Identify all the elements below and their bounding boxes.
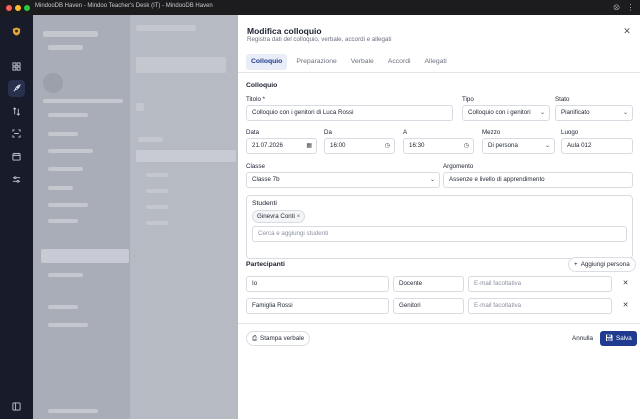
students-label: Studenti [252, 200, 277, 207]
cancel-button[interactable]: Annulla [572, 335, 593, 342]
topic-input[interactable]: Assenze e livello di apprendimento [443, 172, 633, 188]
student-chip: Ginevra Conti × [252, 210, 306, 223]
calendar-icon[interactable] [8, 148, 25, 165]
to-time-label: A [403, 129, 408, 136]
panel-title: Modifica colloquio [247, 26, 322, 36]
date-label: Data [246, 129, 260, 136]
window-title: MindooDB Haven - Mindoo Teacher's Desk (… [35, 3, 213, 9]
save-icon: 💾︎ [605, 335, 613, 342]
tab-colloquio[interactable]: Colloquio [246, 54, 288, 70]
add-person-button[interactable]: + Aggiungi persona [568, 257, 636, 272]
background-main [130, 15, 238, 419]
participant-email-input[interactable]: E-mail facoltativa [468, 276, 612, 292]
participant-name-input[interactable]: Famiglia Rossi [246, 298, 389, 314]
participant-role-input[interactable]: Genitori [393, 298, 464, 314]
from-time-label: Da [324, 129, 332, 136]
minimize-window-button[interactable] [15, 4, 21, 11]
participant-role-input[interactable]: Docente [393, 276, 464, 292]
sidebar-toggle-icon[interactable] [8, 398, 25, 415]
from-time-input[interactable]: 16:00 ◷ [324, 138, 395, 154]
plus-icon: + [574, 261, 578, 268]
status-select[interactable]: Pianificato ⌄ [555, 105, 633, 121]
participants-label: Partecipanti [246, 261, 285, 268]
tab-allegati[interactable]: Allegati [420, 54, 452, 70]
participant-name-input[interactable]: Io [246, 276, 389, 292]
calendar-icon: ▦ [306, 143, 312, 149]
rocket-icon[interactable] [8, 80, 25, 97]
chevron-down-icon: ⌄ [622, 110, 628, 116]
participant-email-input[interactable]: E-mail facoltativa [468, 298, 612, 314]
transfer-icon[interactable] [8, 103, 25, 120]
chevron-down-icon: ⌄ [429, 177, 435, 183]
save-button[interactable]: 💾︎ Salva [600, 331, 637, 346]
remove-participant-icon[interactable]: ✕ [622, 301, 629, 309]
remove-chip-icon[interactable]: × [297, 213, 301, 220]
to-time-input[interactable]: 16:30 ◷ [403, 138, 474, 154]
student-search-input[interactable]: Cerca e aggiungi studenti [252, 226, 627, 242]
maximize-window-button[interactable] [24, 4, 30, 11]
app-rail [0, 15, 33, 419]
dashboard-icon[interactable] [8, 58, 25, 75]
printer-icon: ⎙ [252, 335, 258, 342]
chevron-down-icon: ⌄ [544, 143, 550, 149]
footer-divider [238, 323, 640, 324]
mode-label: Mezzo [482, 129, 501, 136]
title-label: Titolo * [246, 96, 266, 103]
window-titlebar: MindooDB Haven - Mindoo Teacher's Desk (… [0, 0, 640, 15]
extensions-icon[interactable]: ⮾ [612, 3, 621, 12]
app-logo-icon [8, 23, 25, 40]
tab-verbale[interactable]: Verbale [346, 54, 379, 70]
edit-meeting-panel: Modifica colloquio Registra dati del col… [238, 15, 640, 419]
type-select[interactable]: Colloquio con i genitori ⌄ [462, 105, 550, 121]
type-label: Tipo [462, 96, 474, 103]
section-title: Colloquio [246, 82, 278, 89]
class-label: Classe [246, 163, 265, 170]
close-icon[interactable]: ✕ [622, 27, 632, 36]
remove-participant-icon[interactable]: ✕ [622, 279, 629, 287]
clock-icon: ◷ [384, 143, 390, 149]
scan-icon[interactable] [8, 125, 25, 142]
location-input[interactable]: Aula 012 [561, 138, 633, 154]
clock-icon: ◷ [463, 143, 469, 149]
topic-label: Argomento [443, 163, 474, 170]
tab-preparazione[interactable]: Preparazione [291, 54, 341, 70]
settings-sliders-icon[interactable] [8, 171, 25, 188]
title-input[interactable]: Colloquio con i genitori di Luca Rossi [246, 105, 453, 121]
chevron-down-icon: ⌄ [539, 110, 545, 116]
tab-bar: Colloquio Preparazione Verbale Accordi A… [246, 54, 456, 70]
background-sidebar [33, 15, 130, 419]
mode-select[interactable]: Di persona ⌄ [482, 138, 555, 154]
print-minutes-button[interactable]: ⎙ Stampa verbale [246, 331, 311, 346]
more-options-icon[interactable]: ⋮ [626, 3, 635, 12]
status-label: Stato [555, 96, 570, 103]
tab-accordi[interactable]: Accordi [383, 54, 416, 70]
tab-divider [238, 72, 640, 73]
location-label: Luogo [561, 129, 579, 136]
close-window-button[interactable] [6, 4, 12, 11]
class-select[interactable]: Classe 7b ⌄ [246, 172, 440, 188]
panel-subtitle: Registra dati del colloquio, verbale, ac… [247, 36, 392, 43]
date-input[interactable]: 21.07.2026 ▦ [246, 138, 317, 154]
